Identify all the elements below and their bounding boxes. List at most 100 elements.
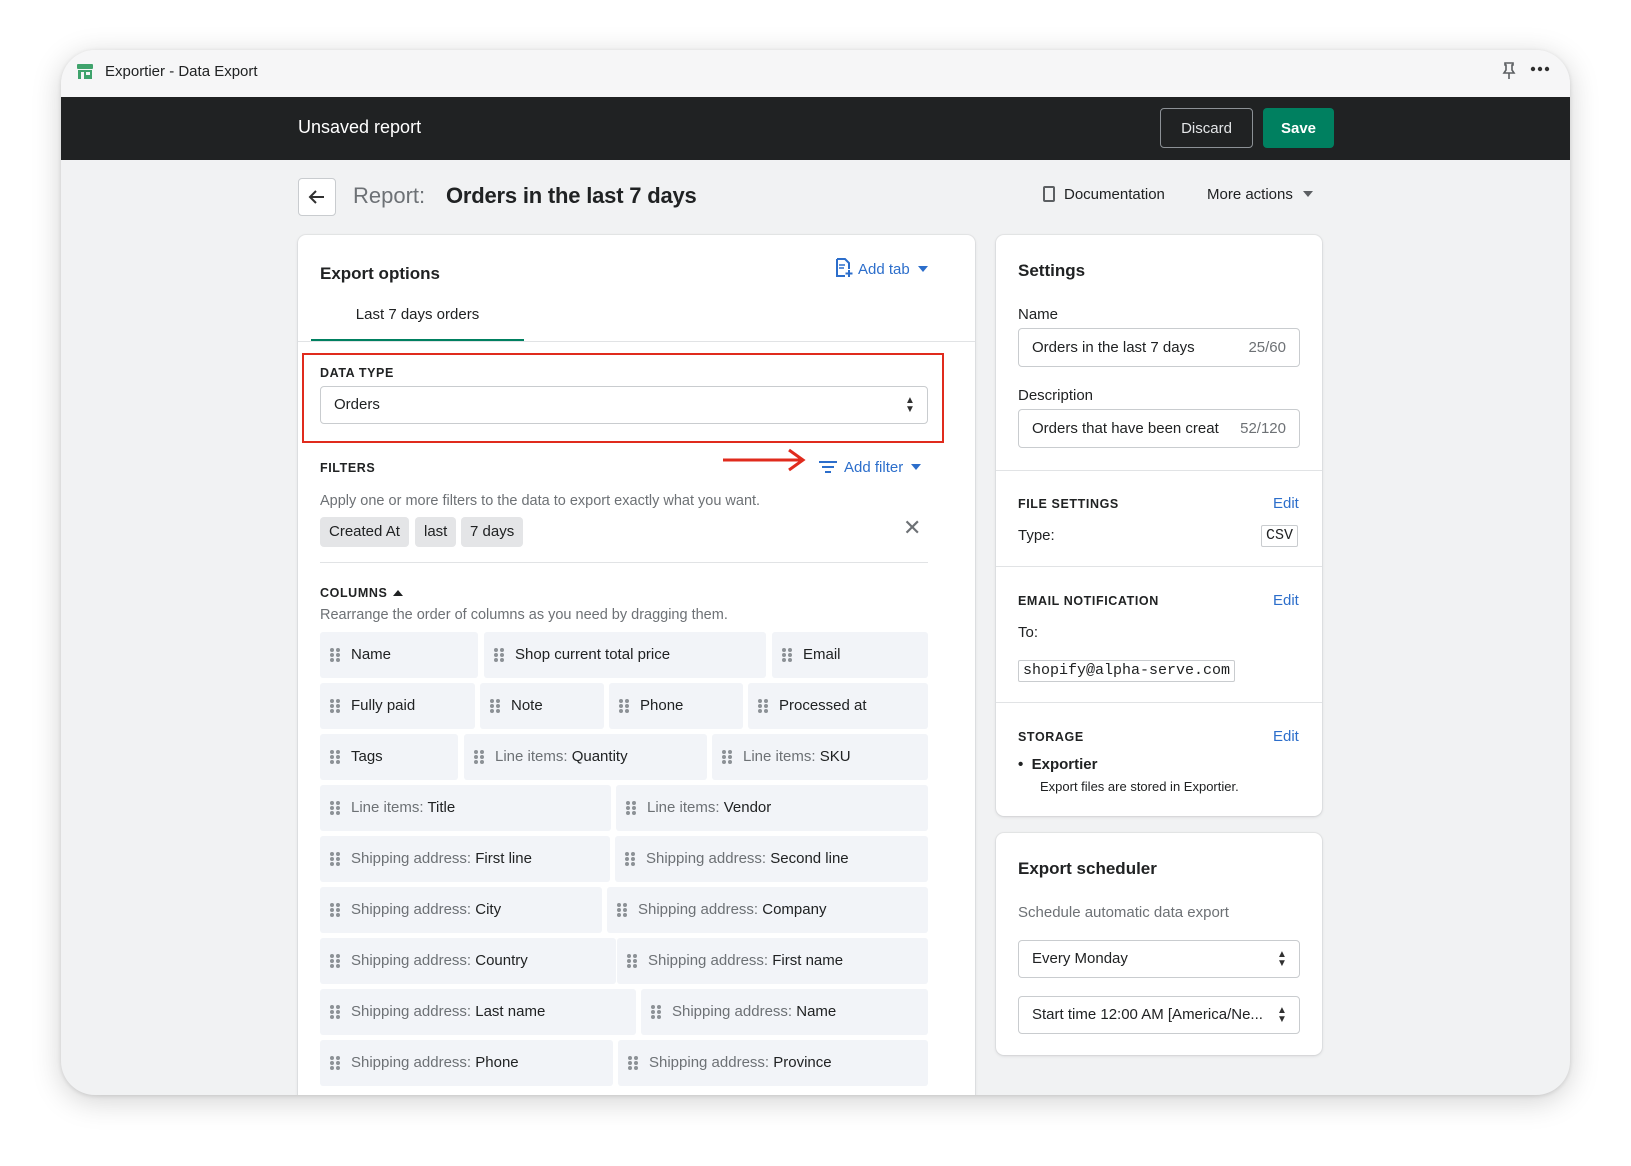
drag-handle-icon[interactable] xyxy=(330,801,340,816)
column-group-prefix: Line items: xyxy=(743,748,820,765)
email-notification-edit-link[interactable]: Edit xyxy=(1273,592,1299,609)
column-name: Name xyxy=(351,646,392,663)
column-item[interactable]: Name xyxy=(320,632,478,678)
drag-handle-icon[interactable] xyxy=(330,852,340,867)
column-group-prefix: Shipping address: xyxy=(351,1054,476,1071)
filter-chip-field[interactable]: Created At xyxy=(320,517,409,547)
page-title: Orders in the last 7 days xyxy=(446,183,697,208)
file-settings-label: FILE SETTINGS xyxy=(1018,497,1119,511)
drag-handle-icon[interactable] xyxy=(619,699,629,714)
column-name: SKU xyxy=(819,748,851,765)
column-item[interactable]: Shipping address: Second line xyxy=(615,836,928,882)
drag-handle-icon[interactable] xyxy=(782,648,792,663)
window-title: Exportier - Data Export xyxy=(105,63,258,80)
data-type-label: DATA TYPE xyxy=(320,366,394,380)
column-group-prefix: Shipping address: xyxy=(648,952,773,969)
data-type-value: Orders xyxy=(334,396,380,413)
name-label: Name xyxy=(1018,306,1059,323)
column-item[interactable]: Shipping address: Province xyxy=(618,1040,928,1086)
drag-handle-icon[interactable] xyxy=(494,648,504,663)
column-item[interactable]: Shipping address: Company xyxy=(607,887,928,933)
pin-icon[interactable] xyxy=(1501,62,1519,82)
data-type-select[interactable]: Orders ▲ ▼ xyxy=(320,386,928,424)
column-item[interactable]: Line items: Quantity xyxy=(464,734,707,780)
column-group-prefix: Shipping address: xyxy=(649,1054,774,1071)
column-item[interactable]: Shipping address: Phone xyxy=(320,1040,613,1086)
save-bar-title: Unsaved report xyxy=(298,117,422,137)
name-field[interactable]: Orders in the last 7 days 25/60 xyxy=(1018,328,1300,367)
drag-handle-icon[interactable] xyxy=(722,750,732,765)
tab-last-7-days-orders[interactable]: Last 7 days orders xyxy=(311,305,524,342)
drag-handle-icon[interactable] xyxy=(625,852,635,867)
column-group-prefix: Shipping address: xyxy=(351,952,476,969)
start-time-select[interactable]: Start time 12:00 AM [America/Ne... ▲ ▼ xyxy=(1018,996,1300,1034)
caret-up-icon xyxy=(393,590,404,596)
select-arrows-icon: ▲ ▼ xyxy=(1277,949,1287,969)
remove-filter-icon[interactable]: ✕ xyxy=(903,515,921,541)
drag-handle-icon[interactable] xyxy=(651,1005,661,1020)
contextual-save-bar: Unsaved report Discard Save xyxy=(61,97,1570,160)
discard-button[interactable]: Discard xyxy=(1160,108,1253,148)
drag-handle-icon[interactable] xyxy=(330,648,340,663)
column-item[interactable]: Phone xyxy=(609,683,743,729)
storage-name-text: Exportier xyxy=(1031,756,1098,773)
add-document-icon xyxy=(836,258,853,277)
column-item[interactable]: Tags xyxy=(320,734,458,780)
column-item[interactable]: Line items: Title xyxy=(320,785,611,831)
column-item[interactable]: Email xyxy=(772,632,928,678)
column-item[interactable]: Fully paid xyxy=(320,683,475,729)
column-name: Fully paid xyxy=(351,697,416,714)
filters-label: FILTERS xyxy=(320,461,376,475)
column-item[interactable]: Shipping address: First name xyxy=(617,938,928,984)
column-item[interactable]: Note xyxy=(480,683,604,729)
column-name: Second line xyxy=(770,850,849,867)
drag-handle-icon[interactable] xyxy=(330,954,340,969)
column-name: Company xyxy=(762,901,827,918)
drag-handle-icon[interactable] xyxy=(628,1056,638,1071)
documentation-link[interactable]: Documentation xyxy=(1043,186,1165,203)
email-to-label: To: xyxy=(1018,624,1039,641)
drag-handle-icon[interactable] xyxy=(627,954,637,969)
drag-handle-icon[interactable] xyxy=(330,750,340,765)
description-field[interactable]: Orders that have been creat 52/120 xyxy=(1018,409,1300,448)
drag-handle-icon[interactable] xyxy=(330,699,340,714)
drag-handle-icon[interactable] xyxy=(626,801,636,816)
column-name: Country xyxy=(475,952,528,969)
filter-chip-operator[interactable]: last xyxy=(415,517,457,547)
column-item[interactable]: Line items: SKU xyxy=(712,734,928,780)
export-options-card: Export options Add tab Last 7 days order… xyxy=(298,235,975,1095)
column-group-prefix: Line items: xyxy=(351,799,428,816)
frequency-select[interactable]: Every Monday ▲ ▼ xyxy=(1018,940,1300,978)
drag-handle-icon[interactable] xyxy=(474,750,484,765)
drag-handle-icon[interactable] xyxy=(330,903,340,918)
save-button[interactable]: Save xyxy=(1263,108,1334,148)
column-name: Vendor xyxy=(723,799,772,816)
column-item[interactable]: Processed at xyxy=(748,683,928,729)
documentation-label: Documentation xyxy=(1064,186,1165,203)
add-filter-button[interactable]: Add filter xyxy=(819,459,922,476)
file-settings-edit-link[interactable]: Edit xyxy=(1273,495,1299,512)
column-item[interactable]: Shipping address: Last name xyxy=(320,989,636,1035)
column-group-prefix: Line items: xyxy=(647,799,724,816)
back-button[interactable] xyxy=(298,178,336,216)
more-actions-button[interactable]: More actions xyxy=(1207,186,1313,203)
more-options-icon[interactable] xyxy=(1529,59,1555,81)
column-item[interactable]: Line items: Vendor xyxy=(616,785,928,831)
drag-handle-icon[interactable] xyxy=(330,1005,340,1020)
column-item[interactable]: Shipping address: First line xyxy=(320,836,610,882)
filter-icon xyxy=(819,460,837,474)
drag-handle-icon[interactable] xyxy=(490,699,500,714)
arrow-left-icon xyxy=(308,190,324,204)
drag-handle-icon[interactable] xyxy=(617,903,627,918)
column-item[interactable]: Shipping address: Country xyxy=(320,938,616,984)
drag-handle-icon[interactable] xyxy=(330,1056,340,1071)
columns-toggle[interactable]: COLUMNS xyxy=(320,586,404,600)
column-item[interactable]: Shop current total price xyxy=(484,632,766,678)
export-options-title: Export options xyxy=(320,264,440,283)
column-item[interactable]: Shipping address: City xyxy=(320,887,602,933)
drag-handle-icon[interactable] xyxy=(758,699,768,714)
storage-edit-link[interactable]: Edit xyxy=(1273,728,1299,745)
add-tab-button[interactable]: Add tab xyxy=(835,258,928,278)
filter-chip-value[interactable]: 7 days xyxy=(461,517,524,547)
column-item[interactable]: Shipping address: Name xyxy=(641,989,928,1035)
